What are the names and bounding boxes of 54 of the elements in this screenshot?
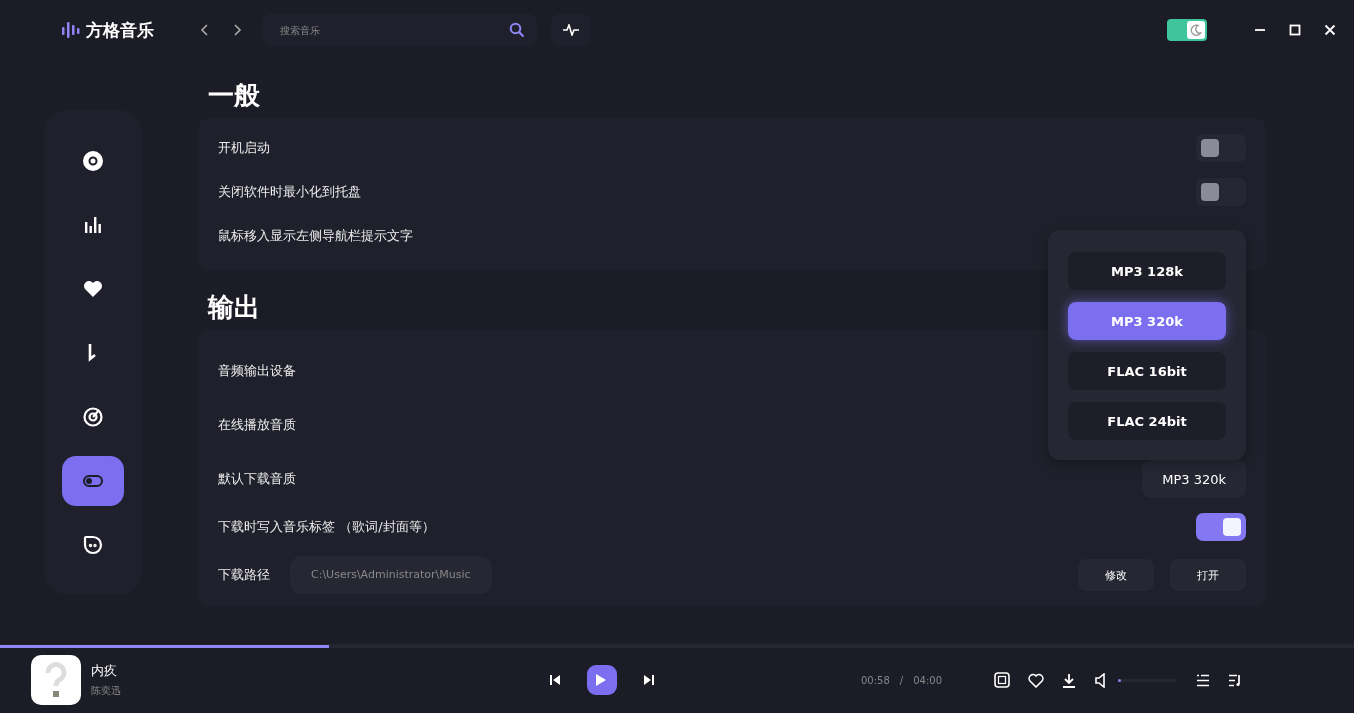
maximize-icon[interactable] (1289, 24, 1301, 36)
close-icon[interactable] (1324, 24, 1336, 36)
play-button[interactable] (587, 665, 617, 695)
target-icon (82, 406, 104, 428)
logo-icon (62, 20, 80, 40)
total-time: 04:00 (913, 674, 943, 686)
setting-label: 关闭软件时最小化到托盘 (218, 183, 361, 201)
forward-icon[interactable] (232, 23, 242, 37)
path-button[interactable]: 打开 (1170, 559, 1246, 591)
pulse-icon (563, 24, 579, 36)
moon-icon (1190, 24, 1202, 36)
setting-label: 下载时写入音乐标签 （歌词/封面等） (218, 518, 435, 536)
disc-icon (82, 150, 104, 172)
path-field: C:\Users\Administrator\Music (290, 556, 492, 594)
time-separator: / (899, 674, 904, 686)
dropdown-option[interactable]: MP3 128k (1068, 252, 1226, 290)
next-icon[interactable] (643, 674, 655, 686)
heart-icon (82, 278, 104, 300)
album-cover-icon (31, 655, 81, 705)
download-icon[interactable] (1062, 672, 1077, 688)
setting-label: 下载路径 (218, 566, 270, 584)
lyrics-icon[interactable] (994, 672, 1011, 688)
artist-name: 陈奕迅 (91, 684, 122, 698)
waveform-button[interactable] (551, 13, 591, 47)
note-icon (88, 344, 96, 362)
section-title: 输出 (208, 291, 260, 324)
back-icon[interactable] (200, 23, 210, 37)
setting-label: 音频输出设备 (218, 362, 296, 380)
search-icon[interactable] (509, 22, 525, 38)
elapsed-time: 00:58 (861, 674, 890, 686)
section-title: 一般 (208, 79, 260, 112)
previous-icon[interactable] (549, 674, 561, 686)
heart-icon[interactable] (1028, 672, 1045, 688)
queue-icon[interactable] (1228, 673, 1243, 687)
search-field[interactable]: 搜索音乐 (262, 13, 537, 47)
setting-label: 开机启动 (218, 139, 270, 157)
song-title: 内疚 (91, 662, 118, 680)
app-name: 方格音乐 (86, 18, 154, 42)
face-icon (82, 534, 104, 556)
toggle-switch[interactable] (1196, 513, 1246, 541)
dropdown-option[interactable]: FLAC 16bit (1068, 352, 1226, 390)
playlist-icon[interactable] (1196, 673, 1211, 687)
path-button[interactable]: 修改 (1078, 559, 1154, 591)
dropdown-option[interactable]: FLAC 24bit (1068, 402, 1226, 440)
play-icon (595, 673, 607, 687)
setting-label: 默认下载音质 (218, 470, 296, 488)
theme-toggle[interactable] (1167, 19, 1207, 41)
dropdown-option[interactable]: MP3 320k (1068, 302, 1226, 340)
quality-select[interactable]: MP3 320k (1142, 460, 1246, 498)
setting-label: 在线播放音质 (218, 416, 296, 434)
toggle-switch[interactable] (1196, 134, 1246, 162)
bar-chart-icon (82, 214, 104, 236)
toggle-switch[interactable] (1196, 178, 1246, 206)
setting-label: 鼠标移入显示左侧导航栏提示文字 (218, 227, 413, 245)
